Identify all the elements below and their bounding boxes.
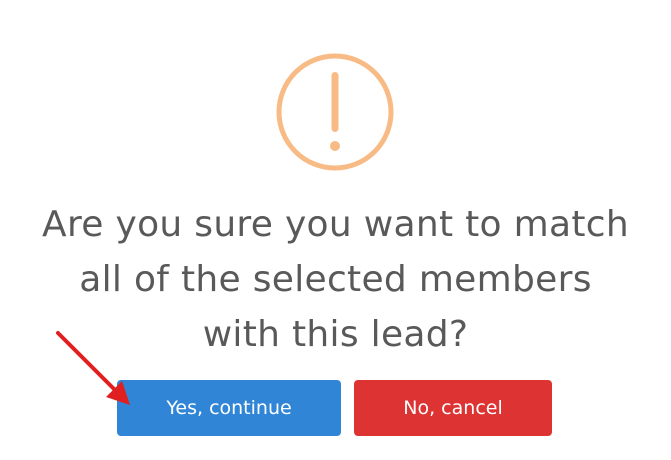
cancel-button[interactable]: No, cancel: [354, 380, 552, 436]
confirm-button[interactable]: Yes, continue: [117, 380, 341, 436]
red-arrow-pointer-icon: [56, 331, 130, 405]
confirmation-dialog: Are you sure you want to match all of th…: [0, 0, 671, 460]
warning-icon: [276, 53, 394, 171]
